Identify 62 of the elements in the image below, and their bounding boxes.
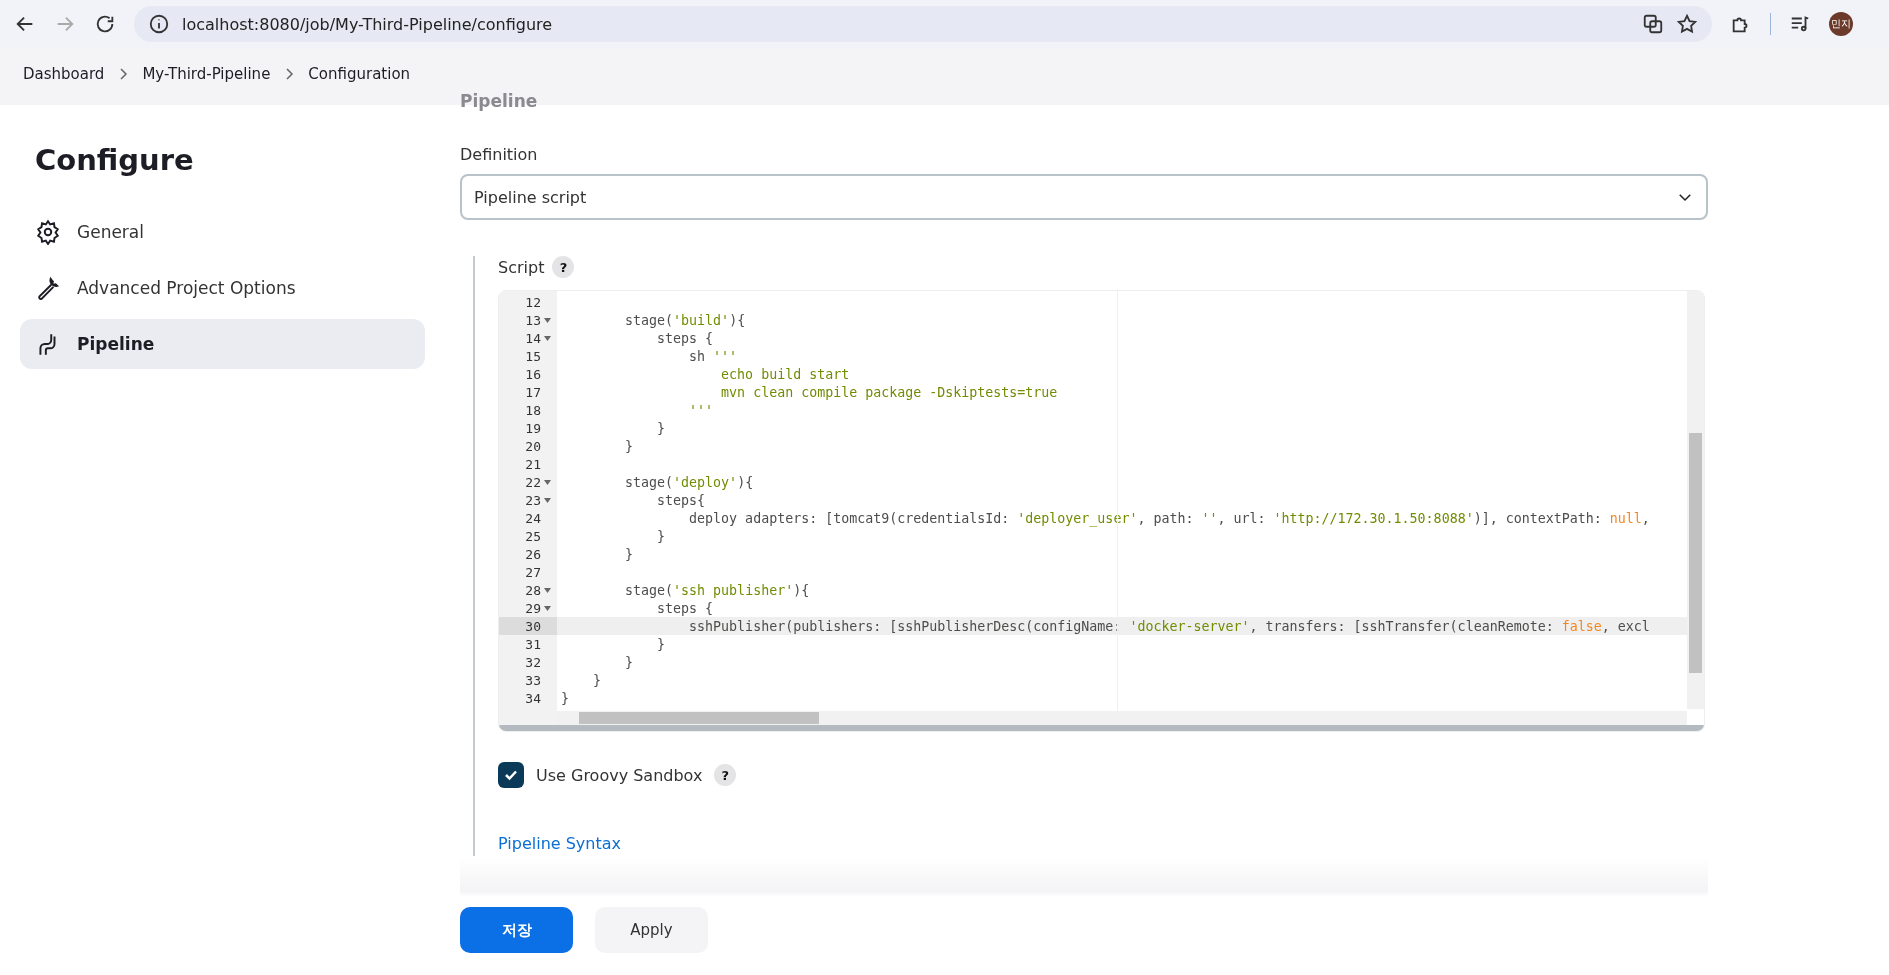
line-number: 28: [525, 582, 541, 598]
code-line: sh ''': [688, 348, 738, 364]
checkbox-label: Use Groovy Sandbox: [536, 765, 703, 785]
line-number: 17: [525, 384, 541, 400]
line-number: 18: [525, 402, 541, 418]
code-line: }: [624, 438, 634, 454]
line-number: 15: [525, 348, 541, 364]
line-number: 16: [525, 366, 541, 382]
code-line: }: [656, 420, 666, 436]
line-number: 30: [525, 618, 541, 634]
code-line: stage('deploy'){: [624, 474, 754, 490]
profile-avatar[interactable]: 민지: [1829, 12, 1853, 36]
code-line: }: [592, 672, 602, 688]
line-number: 23: [525, 492, 541, 508]
code-line: }: [624, 546, 634, 562]
line-number: 24: [525, 510, 541, 526]
line-number: 32: [525, 654, 541, 670]
line-number: 20: [525, 438, 541, 454]
code-line: }: [656, 528, 666, 544]
sidebar-item[interactable]: Pipeline: [20, 319, 425, 369]
code-line: steps {: [656, 600, 714, 616]
line-number: 25: [525, 528, 541, 544]
code-line: steps {: [656, 330, 714, 346]
line-number: 21: [525, 456, 541, 472]
help-button[interactable]: ?: [714, 764, 737, 786]
breadcrumb-link[interactable]: Configuration: [308, 64, 411, 83]
help-button[interactable]: ?: [552, 256, 575, 278]
code-line: mvn clean compile package -Dskiptests=true: [720, 384, 1058, 400]
sidebar-item[interactable]: Advanced Project Options: [20, 263, 425, 313]
definition-dropdown[interactable]: Pipeline script: [460, 174, 1708, 220]
save-button[interactable]: 저장: [460, 907, 573, 953]
breadcrumb-link[interactable]: Dashboard: [23, 64, 105, 83]
apply-button[interactable]: Apply: [595, 907, 708, 953]
address-bar[interactable]: localhost:8080/job/My-Third-Pipeline/configure: [134, 6, 1712, 42]
line-number: 27: [525, 564, 541, 580]
page-title: Configure: [35, 143, 195, 177]
code-line: deploy adapters: [tomcat9(credentialsId: 'deployer_user', path: '', url: 'http://172.30.1.50:8088')], contextPath: null,: [688, 510, 1650, 526]
line-number: 22: [525, 474, 541, 490]
line-number: 12: [525, 294, 541, 310]
pipeline-syntax-link[interactable]: Pipeline Syntax: [498, 834, 621, 853]
line-number: 34: [525, 690, 541, 706]
line-number: 13: [525, 312, 541, 328]
line-number: 26: [525, 546, 541, 562]
line-number: 33: [525, 672, 541, 688]
code-line: }: [561, 690, 569, 706]
code-line: sshPublisher(publishers: [sshPublisherDesc(configName: 'docker-server', transfers: [sshTransfer(cleanRemote: false, excl: [688, 618, 1650, 634]
section-heading: Pipeline: [460, 91, 538, 111]
code-line: ''': [688, 402, 714, 418]
breadcrumb-link[interactable]: My-Third-Pipeline: [142, 64, 271, 83]
code-line: stage('ssh publisher'){: [624, 582, 810, 598]
code-line: stage('build'){: [624, 312, 746, 328]
line-number: 14: [525, 330, 541, 346]
line-number: 31: [525, 636, 541, 652]
line-number: 19: [525, 420, 541, 436]
line-number: 29: [525, 600, 541, 616]
code-line: }: [624, 654, 634, 670]
field-label: Definition: [460, 145, 538, 164]
sidebar-item[interactable]: General: [20, 207, 425, 257]
code-line: steps{: [656, 492, 706, 508]
field-label: Script: [498, 257, 545, 277]
code-line: }: [656, 636, 666, 652]
code-line: echo build start: [720, 366, 850, 382]
